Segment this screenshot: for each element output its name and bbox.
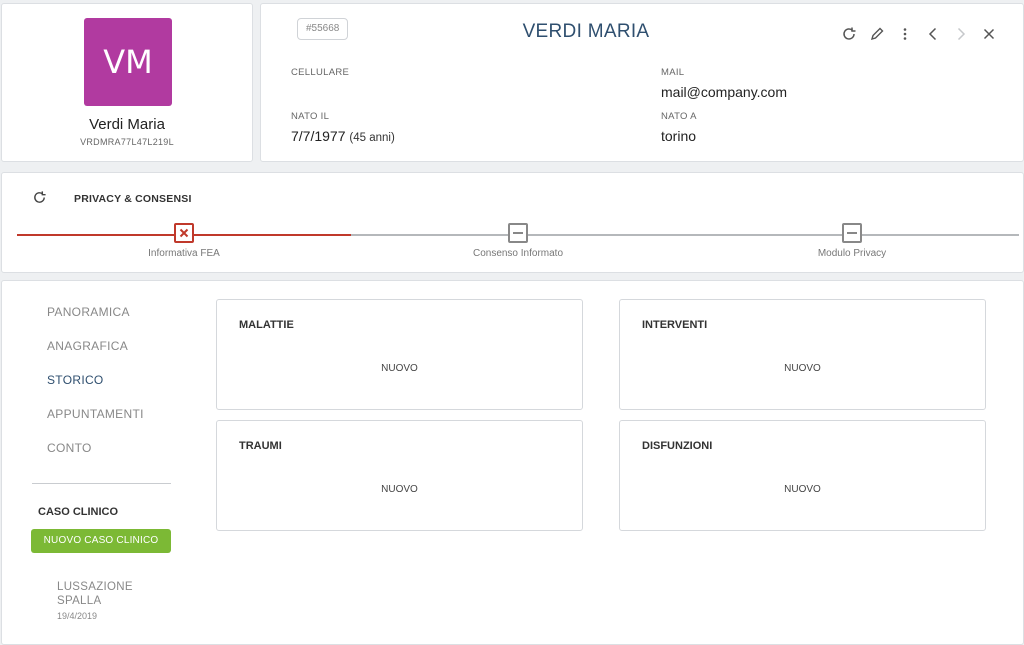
edit-button[interactable] [863,22,891,46]
card-title: DISFUNZIONI [642,440,713,452]
card-title: INTERVENTI [642,319,708,331]
edit-pencil-icon [870,27,884,41]
email-value[interactable]: mail@company.com [661,84,787,100]
step-modulo-privacy[interactable] [842,223,862,243]
privacy-consents-panel: PRIVACY & CONSENSI Informativa FEA Conse… [1,172,1024,273]
refresh-icon [34,191,46,203]
patient-profile-card: VM Verdi Maria VRDMRA77L47L219L [1,3,253,162]
card-new-button[interactable]: NUOVO [620,363,985,374]
card-interventi: INTERVENTI NUOVO [619,299,986,410]
card-new-button[interactable]: NUOVO [217,363,582,374]
chevron-right-icon [957,27,966,41]
nav-item-conto[interactable]: CONTO [47,441,92,455]
card-title: TRAUMI [239,440,282,452]
card-disfunzioni: DISFUNZIONI NUOVO [619,420,986,531]
patient-name: Verdi Maria [89,116,165,133]
birthplace-label: NATO A [661,111,697,122]
nav-divider [32,483,171,484]
card-malattie: MALATTIE NUOVO [216,299,583,410]
refresh-button[interactable] [835,22,863,46]
chevron-left-icon [928,27,937,41]
phone-label: CELLULARE [291,67,350,78]
error-x-icon [179,228,189,238]
card-title: MALATTIE [239,319,294,331]
step-consenso-informato[interactable] [508,223,528,243]
previous-button[interactable] [919,22,947,46]
birthdate-label: NATO IL [291,111,330,122]
clinical-case-title: CASO CLINICO [38,506,119,518]
card-new-button[interactable]: NUOVO [217,484,582,495]
card-traumi: TRAUMI NUOVO [216,420,583,531]
patient-header-card: #55668 VERDI MARIA CELLULARE MAIL mail@c… [260,3,1024,162]
close-icon [983,28,995,40]
avatar: VM [84,18,172,106]
clinical-case-item[interactable]: LUSSAZIONE SPALLA 19/4/2019 [57,580,167,621]
step-informativa-fea[interactable] [174,223,194,243]
birthdate-value: 7/7/1977 (45 anni) [291,128,395,144]
birthplace-value: torino [661,128,697,144]
close-button[interactable] [975,22,1003,46]
refresh-icon [843,27,856,40]
step-label-informativa-fea: Informativa FEA [148,248,220,259]
nav-item-anagrafica[interactable]: ANAGRAFICA [47,339,128,353]
main-content-panel: PANORAMICA ANAGRAFICA STORICO APPUNTAMEN… [1,280,1024,645]
page-title: VERDI MARIA [261,21,911,43]
fiscal-code: VRDMRA77L47L219L [80,137,174,147]
clinical-case-date: 19/4/2019 [57,611,98,621]
age-text: (45 anni) [349,132,395,144]
birthdate-text: 7/7/1977 [291,128,346,144]
header-toolbar [835,22,1003,46]
page-title-text: VERDI MARIA [522,21,650,42]
more-vertical-icon [903,28,907,40]
nav-item-appuntamenti[interactable]: APPUNTAMENTI [47,407,144,421]
privacy-title: PRIVACY & CONSENSI [74,193,192,205]
privacy-refresh-button[interactable] [32,190,47,210]
card-new-button[interactable]: NUOVO [620,484,985,495]
clinical-case-name: LUSSAZIONE SPALLA [57,581,133,607]
step-label-modulo-privacy: Modulo Privacy [817,248,887,259]
next-button[interactable] [947,22,975,46]
email-label: MAIL [661,67,685,78]
new-clinical-case-button[interactable]: NUOVO CASO CLINICO [31,529,171,553]
nav-item-storico[interactable]: STORICO [47,373,104,387]
nav-item-panoramica[interactable]: PANORAMICA [47,305,130,319]
progress-track-pending [351,234,1019,236]
step-label-consenso-informato: Consenso Informato [472,248,564,259]
more-options-button[interactable] [891,22,919,46]
